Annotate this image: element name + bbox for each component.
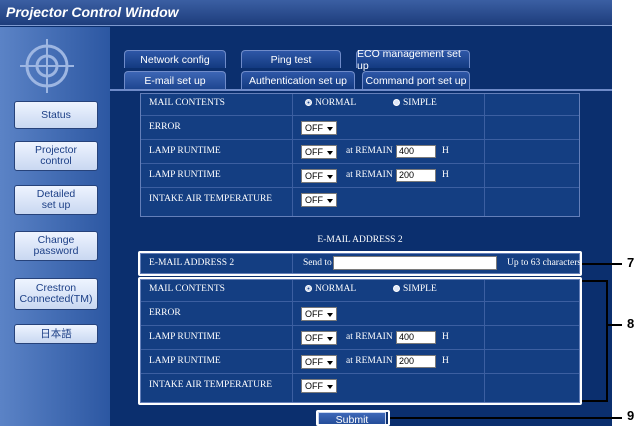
error-label: ERROR [149,122,181,132]
simple-label: SIMPLE [403,98,437,108]
change-password-button[interactable]: Change password [14,231,98,261]
projector-logo-icon [20,39,74,93]
title-bar: Projector Control Window [0,0,612,26]
chevron-down-icon [327,175,333,179]
address-highlight-frame [138,251,582,276]
sidebar: Status Projector control Detailed set up… [0,27,110,426]
status-button[interactable]: Status [14,101,98,129]
tab-eco-management[interactable]: ECO management set up [356,48,470,72]
tab-network-config[interactable]: Network config [124,50,226,68]
at-remain-label: at REMAIN [346,146,393,156]
remain-hours-input[interactable]: 400 [396,145,436,158]
callout-line-8 [606,324,622,326]
chevron-down-icon [327,127,333,131]
error-select[interactable]: OFF [301,121,337,135]
mail-contents-row: MAIL CONTENTS NORMAL SIMPLE [141,94,579,116]
intake-air-label: INTAKE AIR TEMPERATURE [149,194,273,204]
lamp-runtime-select[interactable]: OFF [301,169,337,183]
normal-radio[interactable]: NORMAL [305,98,356,108]
remain-hours-input[interactable]: 200 [396,169,436,182]
intake-air-row: INTAKE AIR TEMPERATURE OFF [141,190,579,212]
intake-air-select-value: OFF [305,195,323,205]
settings-highlight-frame [138,277,582,405]
hours-unit-label: H [442,146,449,156]
callout-bracket-top-8 [582,280,608,282]
callout-7: 7 [627,255,635,270]
email-address-2-heading: E-MAIL ADDRESS 2 [317,235,403,245]
hours-unit-label: H [442,170,449,180]
radio-on-icon [393,99,400,106]
simple-radio[interactable]: SIMPLE [393,98,437,108]
lamp-runtime-select-value: OFF [305,147,323,157]
radio-off-icon [305,99,312,106]
error-select-value: OFF [305,123,323,133]
japanese-language-button[interactable]: 日本語 [14,324,98,344]
tab-authentication-setup[interactable]: Authentication set up [241,71,355,89]
mail-contents-label: MAIL CONTENTS [149,98,225,108]
lamp-runtime-label: LAMP RUNTIME [149,170,221,180]
lamp-runtime-select-value: OFF [305,171,323,181]
mail-settings-panel-1: MAIL CONTENTS NORMAL SIMPLE ERROR OFF LA… [140,93,580,217]
callout-line-9 [390,417,622,419]
chevron-down-icon [327,199,333,203]
lamp-runtime-row-1: LAMP RUNTIME OFF at REMAIN 400 H [141,142,579,164]
detailed-setup-button[interactable]: Detailed set up [14,185,98,215]
callout-line-7 [582,263,622,265]
submit-highlight-frame [316,410,390,426]
error-row: ERROR OFF [141,118,579,140]
callout-bracket-8 [606,280,608,402]
projector-control-button[interactable]: Projector control [14,141,98,171]
lamp-runtime-row-2: LAMP RUNTIME OFF at REMAIN 200 H [141,166,579,188]
chevron-down-icon [327,151,333,155]
tab-ping-test[interactable]: Ping test [241,50,341,68]
callout-9: 9 [627,408,635,423]
crestron-connected-button[interactable]: Crestron Connected(TM) [14,278,98,310]
window-title: Projector Control Window [6,4,179,20]
tab-email-setup[interactable]: E-mail set up [124,71,226,89]
callout-bracket-bottom-8 [582,400,608,402]
intake-air-select[interactable]: OFF [301,193,337,207]
at-remain-label: at REMAIN [346,170,393,180]
tab-command-port-setup[interactable]: Command port set up [362,71,470,89]
lamp-runtime-select[interactable]: OFF [301,145,337,159]
callout-8: 8 [627,316,635,331]
normal-label: NORMAL [315,98,357,108]
tab-divider [110,89,612,91]
lamp-runtime-label: LAMP RUNTIME [149,146,221,156]
